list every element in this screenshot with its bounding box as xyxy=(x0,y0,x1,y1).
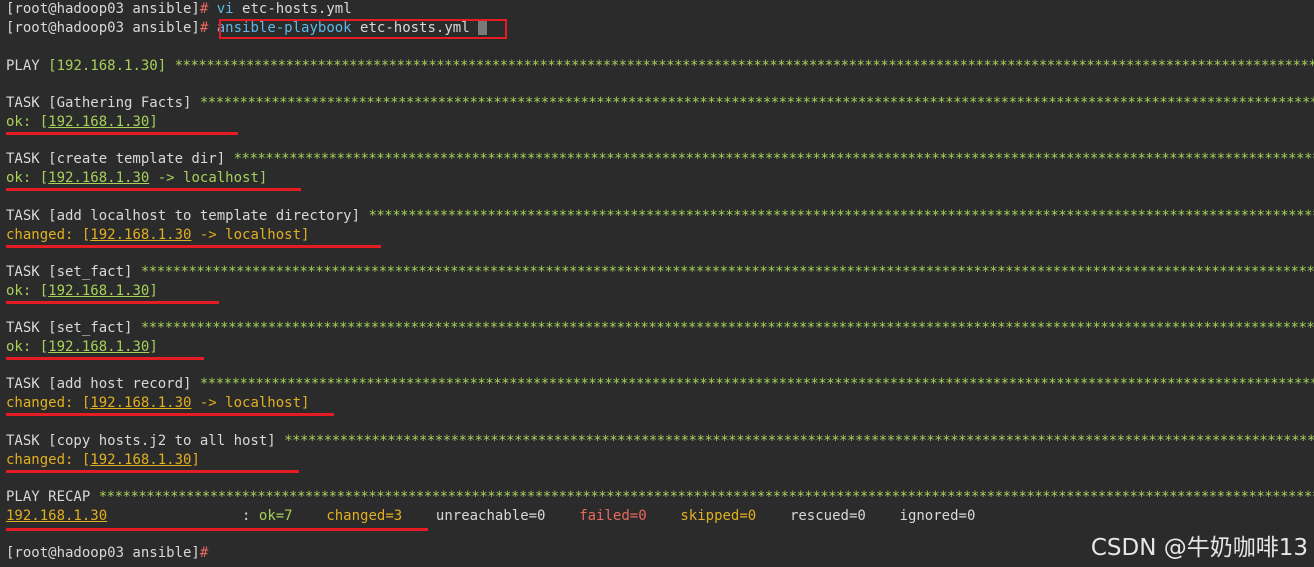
task-title: TASK [add localhost to template director… xyxy=(6,208,361,224)
separator-stars: ****************************************… xyxy=(199,376,1314,392)
play-host: [192.168.1.30] xyxy=(48,58,167,74)
task-status: ok: xyxy=(6,283,32,299)
command-name: vi xyxy=(216,1,234,17)
separator-stars: ****************************************… xyxy=(174,58,1314,74)
prompt-hash: # xyxy=(199,545,209,561)
recap-host: 192.168.1.30 xyxy=(6,508,108,524)
recap-rescued: rescued=0 xyxy=(789,508,866,524)
highlight-box xyxy=(219,19,507,39)
task-suffix: -> localhost] xyxy=(191,395,310,411)
recap-row: 192.168.1.30 : ok=7 changed=3 unreachabl… xyxy=(6,507,1314,526)
task-status: changed: xyxy=(6,452,74,468)
task-title: TASK [set_fact] xyxy=(6,264,133,280)
task-suffix: ] xyxy=(191,452,200,468)
separator-stars: ****************************************… xyxy=(199,95,1314,111)
task-result: ok: [192.168.1.30 -> localhost] xyxy=(6,170,268,186)
recap-unreachable: unreachable=0 xyxy=(435,508,546,524)
task-title: TASK [set_fact] xyxy=(6,320,133,336)
task-underline xyxy=(6,188,301,191)
task-host: 192.168.1.30 xyxy=(90,227,192,243)
task-underline xyxy=(6,301,219,304)
separator-stars: ****************************************… xyxy=(284,433,1314,449)
command-arg: etc-hosts.yml xyxy=(242,1,352,17)
prompt-text: [root@hadoop03 ansible] xyxy=(6,1,200,17)
task-result: ok: [192.168.1.30] xyxy=(6,114,158,130)
prompt-hash: # xyxy=(199,20,209,36)
task-title: TASK [copy hosts.j2 to all host] xyxy=(6,433,276,449)
task-status: ok: xyxy=(6,339,32,355)
recap-sep: : xyxy=(242,508,251,524)
task-underline xyxy=(6,470,299,473)
task-header: TASK [set_fact] ************************… xyxy=(6,263,1314,282)
task-header: TASK [create template dir] *************… xyxy=(6,150,1314,169)
separator-stars: ****************************************… xyxy=(140,320,1314,336)
prompt-text: [root@hadoop03 ansible] xyxy=(6,545,200,561)
recap-changed: changed=3 xyxy=(326,508,403,524)
recap-header: PLAY RECAP *****************************… xyxy=(6,488,1314,507)
task-status: changed: xyxy=(6,395,74,411)
separator-stars: ****************************************… xyxy=(140,264,1314,280)
task-underline xyxy=(6,357,204,360)
task-header: TASK [Gathering Facts] *****************… xyxy=(6,94,1314,113)
task-header: TASK [copy hosts.j2 to all host] *******… xyxy=(6,432,1314,451)
recap-underline xyxy=(6,528,428,531)
task-host: 192.168.1.30 xyxy=(48,170,150,186)
task-suffix: ] xyxy=(149,339,158,355)
terminal-window[interactable]: [root@hadoop03 ansible]# vi etc-hosts.ym… xyxy=(0,0,1314,567)
separator-stars: ****************************************… xyxy=(368,208,1314,224)
task-underline xyxy=(6,413,334,416)
play-label: PLAY xyxy=(6,58,40,74)
task-host: 192.168.1.30 xyxy=(90,452,192,468)
task-status: ok: xyxy=(6,170,32,186)
task-result: changed: [192.168.1.30 -> localhost] xyxy=(6,227,310,243)
recap-ok: ok=7 xyxy=(258,508,293,524)
task-result: ok: [192.168.1.30] xyxy=(6,339,158,355)
separator-stars: ****************************************… xyxy=(98,489,1314,505)
task-underline xyxy=(6,132,238,135)
recap-failed: failed=0 xyxy=(579,508,647,524)
prompt-line-2: [root@hadoop03 ansible]# ansible-playboo… xyxy=(6,19,1314,38)
task-suffix: -> localhost] xyxy=(191,227,310,243)
task-title: TASK [add host record] xyxy=(6,376,192,392)
recap-title: PLAY RECAP xyxy=(6,489,91,505)
task-title: TASK [create template dir] xyxy=(6,151,226,167)
prompt-line-1: [root@hadoop03 ansible]# vi etc-hosts.ym… xyxy=(6,0,1314,19)
prompt-text: [root@hadoop03 ansible] xyxy=(6,20,200,36)
task-suffix: -> localhost] xyxy=(149,170,268,186)
task-host: 192.168.1.30 xyxy=(48,283,150,299)
task-result: ok: [192.168.1.30] xyxy=(6,283,158,299)
task-title: TASK [Gathering Facts] xyxy=(6,95,192,111)
task-result: changed: [192.168.1.30] xyxy=(6,452,200,468)
task-status: ok: xyxy=(6,114,32,130)
separator-stars: ****************************************… xyxy=(233,151,1314,167)
task-header: TASK [add localhost to template director… xyxy=(6,207,1314,226)
play-header: PLAY [192.168.1.30] ********************… xyxy=(6,57,1314,76)
task-result: changed: [192.168.1.30 -> localhost] xyxy=(6,395,310,411)
task-suffix: ] xyxy=(149,283,158,299)
task-host: 192.168.1.30 xyxy=(48,114,150,130)
task-header: TASK [set_fact] ************************… xyxy=(6,319,1314,338)
task-header: TASK [add host record] *****************… xyxy=(6,375,1314,394)
recap-skipped: skipped=0 xyxy=(680,508,757,524)
task-host: 192.168.1.30 xyxy=(90,395,192,411)
task-suffix: ] xyxy=(149,114,158,130)
task-underline xyxy=(6,245,381,248)
task-host: 192.168.1.30 xyxy=(48,339,150,355)
recap-ignored: ignored=0 xyxy=(899,508,976,524)
task-status: changed: xyxy=(6,227,74,243)
watermark: CSDN @牛奶咖啡13 xyxy=(1090,535,1308,561)
prompt-hash: # xyxy=(199,1,209,17)
